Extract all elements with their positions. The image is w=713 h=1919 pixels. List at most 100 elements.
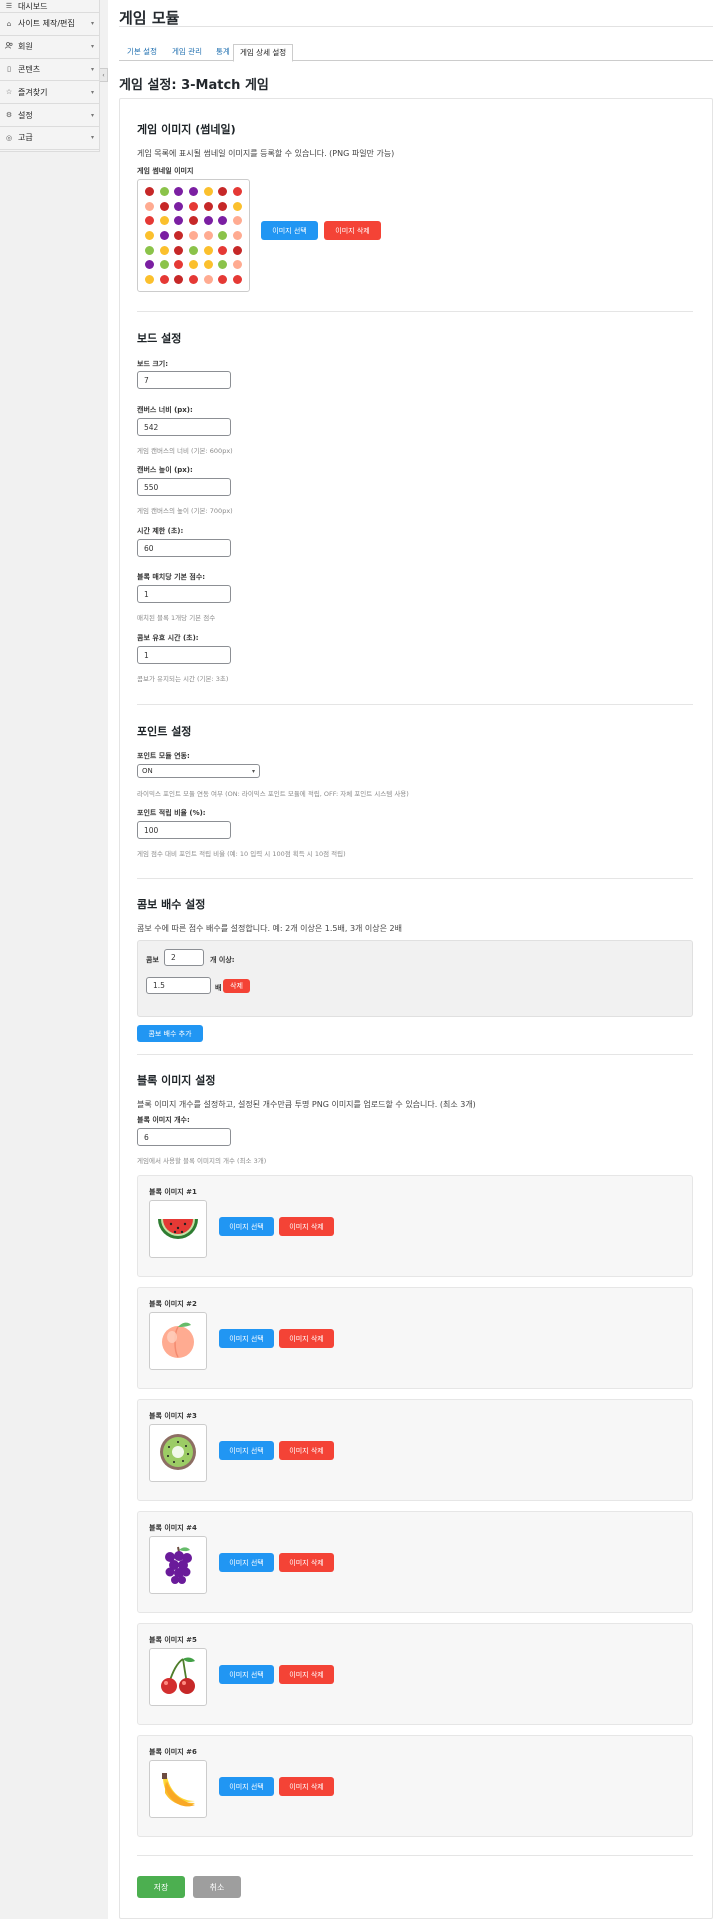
sidebar-item-dashboard[interactable]: ☰ 대시보드 [0,0,99,13]
cherries-icon [216,199,231,214]
board-size-label: 보드 크기: [137,360,168,368]
cherries-icon [201,199,216,214]
cherries-icon [155,1653,201,1701]
tab-game-detail-settings[interactable]: 게임 상세 설정 [233,44,294,62]
block-image-item: 블록 이미지 #6 이미지 선택 이미지 삭제 [137,1735,693,1837]
block-image-item: 블록 이미지 #3 이미지 선택 이미지 삭제 [137,1399,693,1501]
banana-icon [157,213,172,228]
block-image-select-button[interactable]: 이미지 선택 [219,1665,274,1684]
block-image-delete-button[interactable]: 이미지 삭제 [279,1441,334,1460]
chevron-down-icon: ▾ [90,134,94,142]
combo-delete-button[interactable]: 삭제 [223,979,250,993]
tab-statistics[interactable]: 통계 [210,44,236,61]
canvas-width-label: 캔버스 너비 (px): [137,406,193,414]
section-divider [137,878,693,879]
block-image-label: 블록 이미지 #1 [149,1188,197,1196]
combo-time-input[interactable]: 1 [137,646,231,664]
tab-bar: 기본 설정 게임 관리 통계 게임 상세 설정 [119,44,713,62]
sidebar-item-favorites[interactable]: ☆ 즐겨찾기 ▾ [0,81,99,105]
point-ratio-input[interactable]: 100 [137,821,231,839]
title-divider [119,26,713,27]
match-score-input[interactable]: 1 [137,585,231,603]
combo-description: 콤보 수에 따른 점수 배수를 설정합니다. 예: 2개 이상은 1.5배, 3… [137,924,403,933]
block-image-select-button[interactable]: 이미지 선택 [219,1441,274,1460]
canvas-height-input[interactable]: 550 [137,478,231,496]
block-image-delete-button[interactable]: 이미지 삭제 [279,1329,334,1348]
watermelon-icon [216,243,231,258]
watermelon-icon [230,272,245,287]
block-image-select-button[interactable]: 이미지 선택 [219,1553,274,1572]
watermelon-icon [157,272,172,287]
block-image-delete-button[interactable]: 이미지 삭제 [279,1553,334,1572]
kiwi-icon [157,184,172,199]
combo-multiplier-unit: 배 [215,984,222,992]
admin-sidebar: ☰ 대시보드 ⌂ 사이트 제작/편집 ▾ 회원 ▾ ▯ 콘텐츠 ▾ ☆ 즐겨찾기… [0,0,100,152]
block-image-delete-button[interactable]: 이미지 삭제 [279,1777,334,1796]
point-ratio-hint: 게임 점수 대비 포인트 적립 비율 (예: 10 입력 시 100점 획득 시… [137,850,346,858]
block-image-select-button[interactable]: 이미지 선택 [219,1329,274,1348]
block-image-preview [149,1760,207,1818]
sidebar-item-advanced[interactable]: ◎ 고급 ▾ [0,127,99,150]
cherries-icon [142,184,157,199]
peach-icon [155,1317,201,1365]
cherries-icon [230,243,245,258]
thumbnail-description: 게임 목록에 표시될 썸네일 이미지를 등록할 수 있습니다. (PNG 파일만… [137,149,395,158]
thumbnail-select-button[interactable]: 이미지 선택 [261,221,318,240]
banana-icon [186,258,201,273]
settings-form: 게임 이미지 (썸네일) 게임 목록에 표시될 썸네일 이미지를 등록할 수 있… [119,98,713,1919]
sidebar-collapse-toggle[interactable]: ‹ [100,68,108,82]
tab-basic-settings[interactable]: 기본 설정 [121,44,163,61]
combo-time-hint: 콤보가 유지되는 시간 (기본: 3초) [137,675,229,683]
section-divider [137,704,693,705]
block-image-select-button[interactable]: 이미지 선택 [219,1777,274,1796]
sidebar-item-label: 회원 [18,42,33,52]
block-image-preview [149,1648,207,1706]
sidebar-item-contents[interactable]: ▯ 콘텐츠 ▾ [0,59,99,82]
time-limit-label: 시간 제한 (초): [137,527,184,535]
block-image-select-button[interactable]: 이미지 선택 [219,1217,274,1236]
board-size-input[interactable]: 7 [137,371,231,389]
cherries-icon [171,243,186,258]
sidebar-item-members[interactable]: 회원 ▾ [0,36,99,59]
save-button[interactable]: 저장 [137,1876,185,1898]
watermelon-icon [230,184,245,199]
kiwi-icon [142,243,157,258]
points-heading: 포인트 설정 [137,725,192,738]
cherries-icon [186,213,201,228]
blocks-description: 블록 이미지 개수를 설정하고, 설정된 개수만큼 투명 PNG 이미지를 업로… [137,1100,476,1109]
combo-heading: 콤보 배수 설정 [137,898,206,911]
section-divider [137,1855,693,1856]
tab-game-management[interactable]: 게임 관리 [166,44,208,61]
grapes-icon [142,258,157,273]
chevron-down-icon: ▾ [251,767,255,775]
kiwi-icon [216,258,231,273]
thumbnail-delete-button[interactable]: 이미지 삭제 [324,221,381,240]
banana-icon [142,272,157,287]
sidebar-item-site-builder[interactable]: ⌂ 사이트 제작/편집 ▾ [0,13,99,36]
grapes-icon [186,184,201,199]
block-count-input[interactable]: 6 [137,1128,231,1146]
block-image-delete-button[interactable]: 이미지 삭제 [279,1217,334,1236]
sidebar-item-label: 콘텐츠 [18,64,41,74]
point-module-label: 포인트 모듈 연동: [137,752,190,760]
point-module-select[interactable]: ON ▾ [137,764,260,778]
combo-add-button[interactable]: 콤보 배수 추가 [137,1025,203,1042]
gear-icon: ⚙ [5,111,13,120]
canvas-width-input[interactable]: 542 [137,418,231,436]
banana-icon [201,184,216,199]
banana-icon [157,243,172,258]
cancel-button[interactable]: 취소 [193,1876,241,1898]
combo-multiplier-input[interactable]: 1.5 [146,977,211,994]
combo-count-input[interactable]: 2 [164,949,204,966]
sidebar-item-settings[interactable]: ⚙ 설정 ▾ [0,104,99,127]
block-image-preview [149,1424,207,1482]
block-image-delete-button[interactable]: 이미지 삭제 [279,1665,334,1684]
grapes-icon [171,199,186,214]
thumbnail-preview [137,179,250,292]
time-limit-input[interactable]: 60 [137,539,231,557]
block-image-label: 블록 이미지 #4 [149,1524,197,1532]
kiwi-icon [186,243,201,258]
canvas-width-hint: 게임 캔버스의 너비 (기본: 600px) [137,447,233,455]
page-title: 게임 모듈 [119,9,180,27]
peach-icon [186,228,201,243]
